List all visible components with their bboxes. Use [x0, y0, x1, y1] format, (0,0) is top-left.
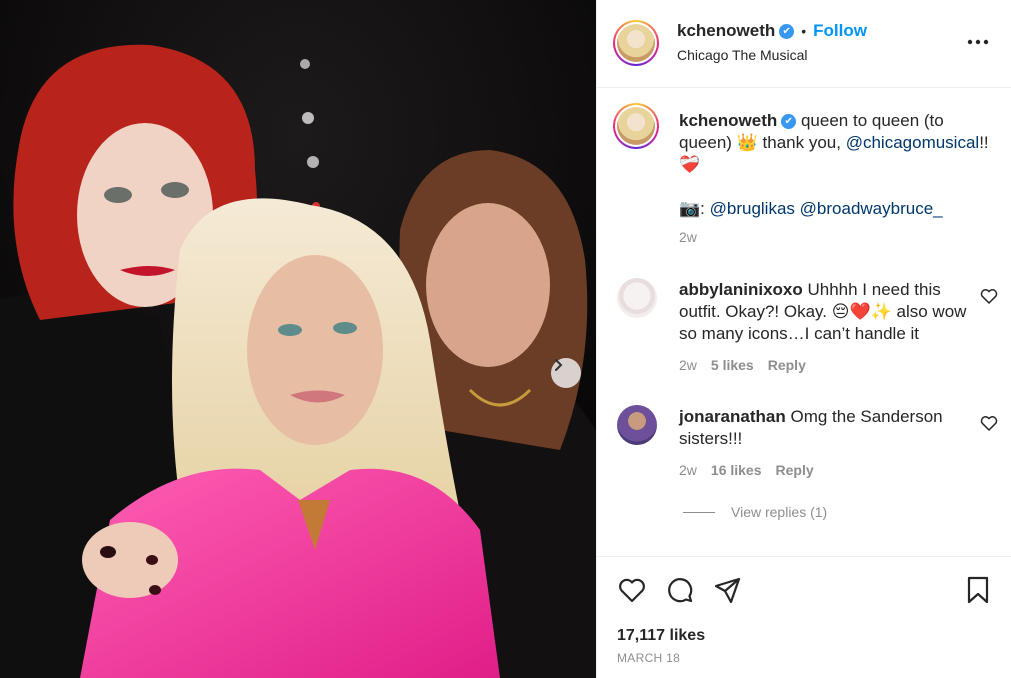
comment-username[interactable]: jonaranathan [679, 407, 786, 426]
replies-divider-line [683, 511, 715, 513]
comment-like-heart-icon[interactable] [980, 415, 998, 431]
post-header: kchenoweth ✔ • Follow Chicago The Musical [597, 0, 1011, 88]
caption-author-avatar[interactable] [613, 103, 659, 149]
comment-like-heart-icon[interactable] [980, 288, 998, 304]
separator-dot: • [801, 23, 807, 39]
view-replies-button[interactable]: View replies (1) [683, 504, 827, 520]
comment-time[interactable]: 2w [679, 357, 697, 373]
more-icon[interactable] [964, 30, 992, 54]
comment-username[interactable]: abbylaninixoxo [679, 280, 803, 299]
comment-meta: 2w 5 likes Reply [679, 357, 820, 373]
reply-button[interactable]: Reply [776, 462, 814, 478]
post-location[interactable]: Chicago The Musical [677, 47, 807, 63]
bookmark-icon[interactable] [963, 575, 993, 605]
comment: jonaranathan Omg the Sanderson sisters!!… [679, 406, 979, 450]
mention-broadwaybruce[interactable]: @broadwaybruce_ [800, 199, 943, 218]
author-avatar[interactable] [613, 20, 659, 66]
chevron-right-icon [555, 359, 563, 371]
carousel-next-button[interactable] [551, 358, 581, 388]
view-replies-label: View replies (1) [731, 504, 828, 520]
post-photo[interactable] [0, 0, 596, 678]
post-date[interactable]: MARCH 18 [617, 651, 680, 665]
author-username[interactable]: kchenoweth [677, 21, 775, 40]
caption-timestamp[interactable]: 2w [679, 226, 989, 248]
camera-credit-label: 📷: [679, 199, 710, 218]
mention-bruglikas[interactable]: @bruglikas [710, 199, 795, 218]
commenter-avatar[interactable] [617, 278, 657, 318]
post-actions: 17,117 likes MARCH 18 [597, 556, 1011, 678]
photo-illustration [0, 0, 596, 678]
comment-time[interactable]: 2w [679, 462, 697, 478]
share-icon[interactable] [713, 575, 743, 605]
post-caption: kchenoweth ✔ queen to queen (to queen) 👑 … [679, 110, 989, 248]
comment: abbylaninixoxo Uhhhh I need this outfit.… [679, 279, 979, 345]
caption-username[interactable]: kchenoweth [679, 111, 777, 130]
reply-button[interactable]: Reply [768, 357, 806, 373]
comment-icon[interactable] [665, 575, 695, 605]
commenter-avatar[interactable] [617, 405, 657, 445]
heart-icon[interactable] [617, 575, 647, 605]
verified-badge: ✔ [779, 24, 795, 39]
comment-likes[interactable]: 5 likes [711, 357, 754, 373]
instagram-post-view: kchenoweth ✔ • Follow Chicago The Musical k… [0, 0, 1011, 678]
verified-badge: ✔ [781, 114, 797, 129]
comment-likes[interactable]: 16 likes [711, 462, 762, 478]
comment-meta: 2w 16 likes Reply [679, 462, 828, 478]
follow-button[interactable]: Follow [813, 21, 867, 40]
mention-chicagomusical[interactable]: @chicagomusical [846, 133, 979, 152]
likes-count[interactable]: 17,117 likes [617, 627, 705, 645]
post-side-panel: kchenoweth ✔ • Follow Chicago The Musical k… [596, 0, 1011, 678]
